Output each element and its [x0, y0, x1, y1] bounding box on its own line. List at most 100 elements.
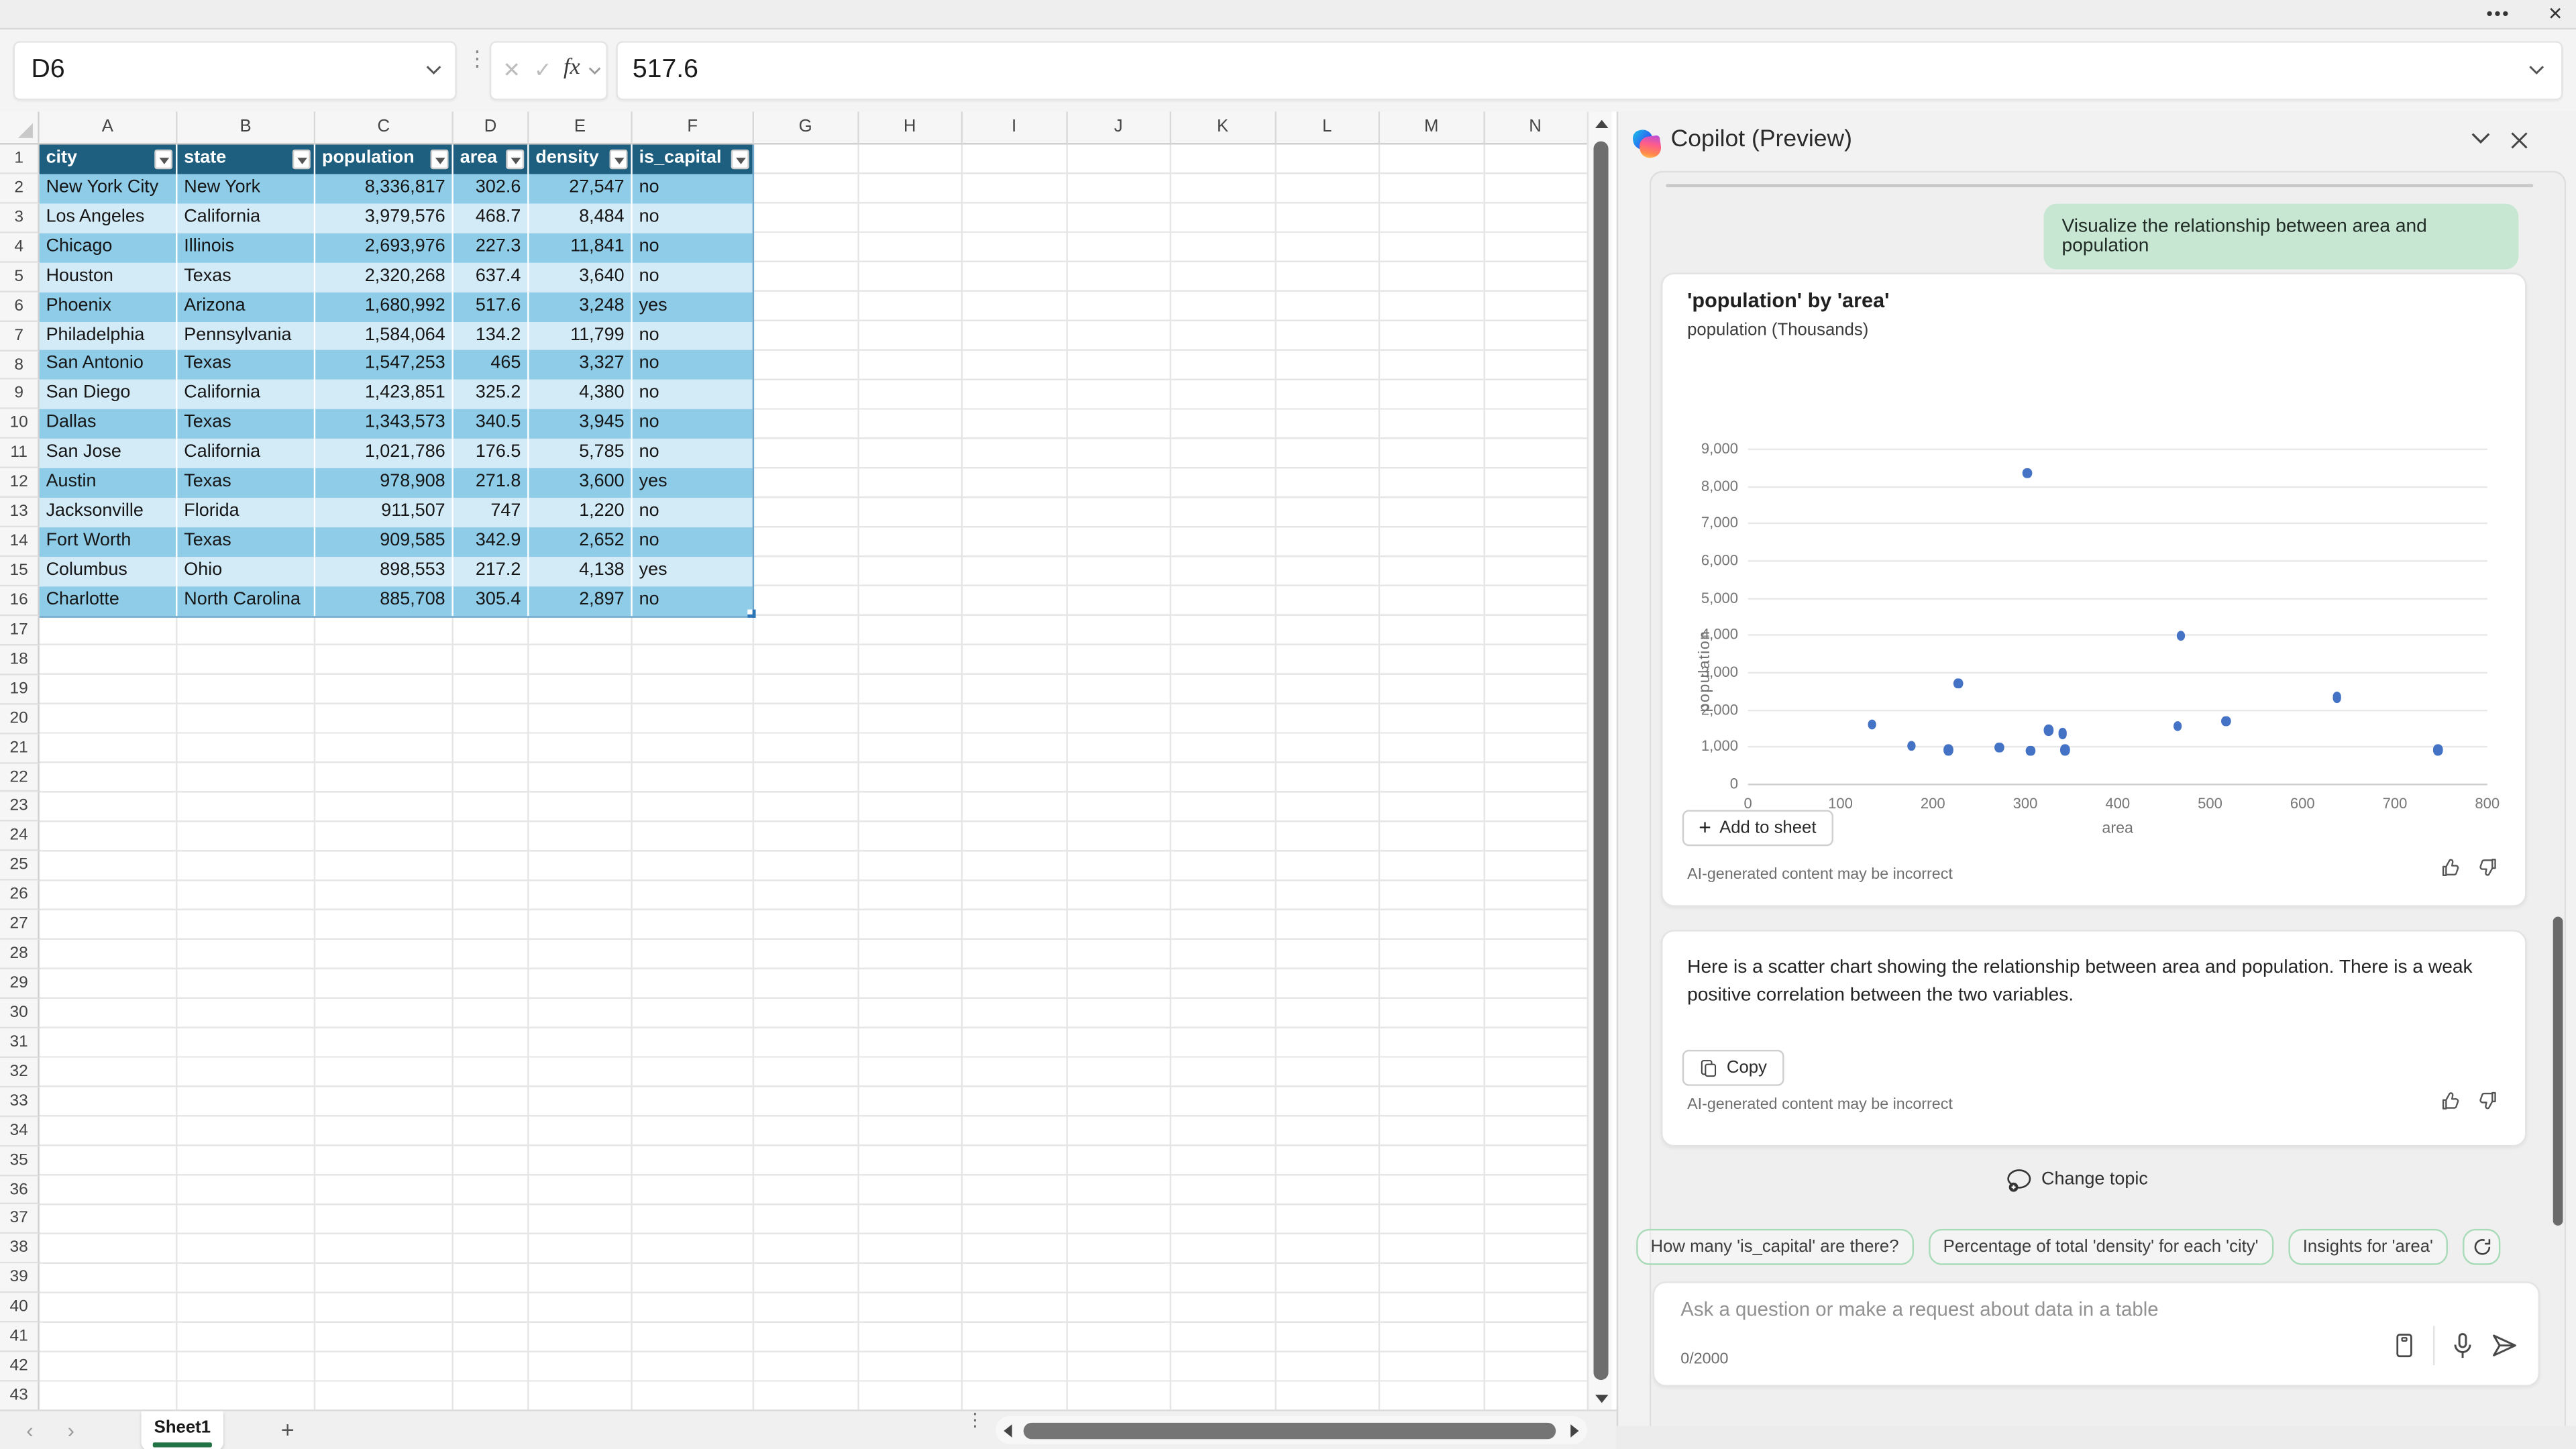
filter-dropdown-icon[interactable]: [731, 150, 749, 168]
column-header-G[interactable]: G: [754, 112, 859, 145]
more-options-icon[interactable]: •••: [2486, 5, 2510, 24]
cell[interactable]: 1,423,851: [315, 380, 453, 410]
cell[interactable]: Illinois: [177, 233, 315, 262]
add-to-sheet-button[interactable]: + Add to sheet: [1682, 810, 1833, 846]
row-header-38[interactable]: 38: [0, 1234, 40, 1264]
cell[interactable]: Ohio: [177, 557, 315, 586]
row-header-1[interactable]: 1: [0, 145, 40, 174]
cell[interactable]: 1,547,253: [315, 351, 453, 380]
row-header-14[interactable]: 14: [0, 527, 40, 557]
row-header-43[interactable]: 43: [0, 1382, 40, 1410]
thumbs-up-icon[interactable]: [2440, 1089, 2463, 1112]
scroll-left-icon[interactable]: [1004, 1424, 1012, 1437]
cell[interactable]: no: [633, 351, 754, 380]
column-header-J[interactable]: J: [1067, 112, 1172, 145]
row-header-32[interactable]: 32: [0, 1058, 40, 1087]
row-header-16[interactable]: 16: [0, 586, 40, 616]
cell[interactable]: 4,138: [529, 557, 633, 586]
grid-horizontal-scrollbar[interactable]: [996, 1416, 1587, 1444]
thumbs-down-icon[interactable]: [2476, 856, 2499, 879]
cell[interactable]: 8,484: [529, 203, 633, 233]
column-header-E[interactable]: E: [529, 112, 633, 145]
cell[interactable]: no: [633, 380, 754, 410]
row-header-35[interactable]: 35: [0, 1146, 40, 1175]
row-header-31[interactable]: 31: [0, 1028, 40, 1058]
cell[interactable]: 468.7: [453, 203, 529, 233]
column-header-C[interactable]: C: [315, 112, 453, 145]
column-header-M[interactable]: M: [1380, 112, 1485, 145]
cell[interactable]: 747: [453, 498, 529, 527]
row-header-40[interactable]: 40: [0, 1293, 40, 1323]
cell[interactable]: yes: [633, 292, 754, 321]
cell[interactable]: 134.2: [453, 321, 529, 351]
hscroll-drag-dots-icon[interactable]: ⋮: [966, 1417, 973, 1426]
scroll-up-icon[interactable]: [1595, 120, 1609, 128]
cell[interactable]: 3,640: [529, 262, 633, 292]
next-sheet-chevron-icon[interactable]: ›: [67, 1417, 74, 1442]
filter-dropdown-icon[interactable]: [506, 150, 524, 168]
cell[interactable]: no: [633, 410, 754, 439]
cell[interactable]: no: [633, 439, 754, 468]
cell[interactable]: no: [633, 321, 754, 351]
cell[interactable]: 5,785: [529, 439, 633, 468]
row-header-15[interactable]: 15: [0, 557, 40, 586]
cell[interactable]: no: [633, 262, 754, 292]
row-header-41[interactable]: 41: [0, 1323, 40, 1352]
copilot-scrollbar-thumb[interactable]: [2553, 917, 2563, 1226]
row-header-21[interactable]: 21: [0, 734, 40, 763]
scroll-down-icon[interactable]: [1595, 1395, 1609, 1403]
table-header-density[interactable]: density: [529, 145, 633, 174]
row-header-17[interactable]: 17: [0, 616, 40, 645]
expand-formula-bar-chevron-icon[interactable]: [2528, 64, 2544, 76]
row-header-24[interactable]: 24: [0, 822, 40, 851]
row-header-12[interactable]: 12: [0, 468, 40, 498]
row-header-23[interactable]: 23: [0, 793, 40, 822]
cell[interactable]: 2,652: [529, 527, 633, 557]
microphone-icon[interactable]: [2451, 1332, 2474, 1360]
notebook-icon[interactable]: [2392, 1332, 2417, 1358]
row-header-30[interactable]: 30: [0, 999, 40, 1028]
grid-hscroll-thumb[interactable]: [1024, 1422, 1556, 1438]
insert-function-icon[interactable]: fx: [564, 56, 580, 82]
cell[interactable]: 2,897: [529, 586, 633, 616]
cell[interactable]: 340.5: [453, 410, 529, 439]
cell[interactable]: Jacksonville: [40, 498, 178, 527]
add-sheet-icon[interactable]: +: [281, 1416, 294, 1442]
collapse-panel-chevron-icon[interactable]: [2471, 131, 2490, 145]
cell[interactable]: 1,220: [529, 498, 633, 527]
row-header-18[interactable]: 18: [0, 645, 40, 675]
row-header-7[interactable]: 7: [0, 321, 40, 351]
table-resize-handle[interactable]: [747, 610, 755, 618]
row-header-42[interactable]: 42: [0, 1352, 40, 1382]
cell[interactable]: 11,799: [529, 321, 633, 351]
row-header-25[interactable]: 25: [0, 851, 40, 881]
row-header-10[interactable]: 10: [0, 410, 40, 439]
cell[interactable]: Chicago: [40, 233, 178, 262]
row-header-27[interactable]: 27: [0, 910, 40, 940]
row-header-5[interactable]: 5: [0, 262, 40, 292]
cell[interactable]: Pennsylvania: [177, 321, 315, 351]
cell[interactable]: no: [633, 498, 754, 527]
grid-vscroll-thumb[interactable]: [1594, 142, 1609, 1381]
cell[interactable]: Charlotte: [40, 586, 178, 616]
row-header-37[interactable]: 37: [0, 1205, 40, 1234]
row-header-2[interactable]: 2: [0, 174, 40, 203]
row-header-4[interactable]: 4: [0, 233, 40, 262]
row-header-34[interactable]: 34: [0, 1117, 40, 1146]
row-header-11[interactable]: 11: [0, 439, 40, 469]
filter-dropdown-icon[interactable]: [610, 150, 628, 168]
column-header-N[interactable]: N: [1485, 112, 1588, 145]
cell[interactable]: Houston: [40, 262, 178, 292]
cell[interactable]: no: [633, 586, 754, 616]
cell[interactable]: 978,908: [315, 468, 453, 498]
copilot-input-box[interactable]: Ask a question or make a request about d…: [1653, 1281, 2540, 1387]
cancel-entry-icon[interactable]: ✕: [502, 58, 521, 84]
column-header-A[interactable]: A: [40, 112, 178, 145]
row-header-36[interactable]: 36: [0, 1175, 40, 1205]
row-header-9[interactable]: 9: [0, 380, 40, 410]
thumbs-down-icon[interactable]: [2476, 1089, 2499, 1112]
filter-dropdown-icon[interactable]: [154, 150, 172, 168]
cell[interactable]: Texas: [177, 527, 315, 557]
table-header-is_capital[interactable]: is_capital: [633, 145, 754, 174]
cell[interactable]: California: [177, 439, 315, 468]
